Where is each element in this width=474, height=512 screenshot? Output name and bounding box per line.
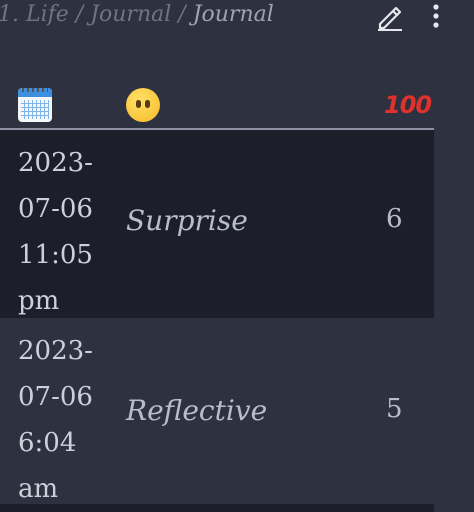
more-vertical-icon[interactable] [426,2,446,32]
entry-date-line: 07-06 [18,194,93,224]
table-header: 100 [0,84,434,130]
entry-date-line: 6:04 [18,428,77,458]
next-row-edge [0,504,434,512]
entry-score: 5 [386,394,403,424]
column-header-mood[interactable] [126,84,160,129]
hundred-points-icon: 100 [384,91,432,119]
entry-date: 2023- 07-06 11:05 pm [18,140,118,324]
breadcrumb-item-life[interactable]: 1. Life [0,2,69,27]
breadcrumb-separator: / [171,2,193,27]
table-row[interactable]: 2023- 07-06 11:05 pm Surprise 6 [0,130,434,318]
entry-mood: Surprise [126,204,248,237]
top-bar: 1. Life / Journal / Journal [0,0,474,34]
entry-date-line: 2023- [18,336,93,366]
column-header-score[interactable]: 100 [384,84,432,125]
calendar-icon [18,88,52,122]
entry-date-line: 11:05 [18,240,93,270]
entry-mood: Reflective [126,394,268,427]
entry-date-line: 2023- [18,148,93,178]
breadcrumb-item-journal-folder[interactable]: Journal [90,2,171,27]
journal-table: 100 2023- 07-06 11:05 pm Surprise 6 2023… [0,84,434,506]
breadcrumb: 1. Life / Journal / Journal [0,2,274,27]
column-header-date[interactable] [18,84,52,129]
breadcrumb-separator: / [68,2,91,27]
table-row[interactable]: 2023- 07-06 6:04 am Reflective 5 [0,318,434,506]
entry-score: 6 [386,204,403,234]
entry-date: 2023- 07-06 6:04 am [18,328,118,512]
breadcrumb-current-page: Journal [192,2,274,27]
face-without-mouth-icon [126,88,160,122]
entry-date-line: 07-06 [18,382,93,412]
pencil-icon[interactable] [374,2,404,32]
